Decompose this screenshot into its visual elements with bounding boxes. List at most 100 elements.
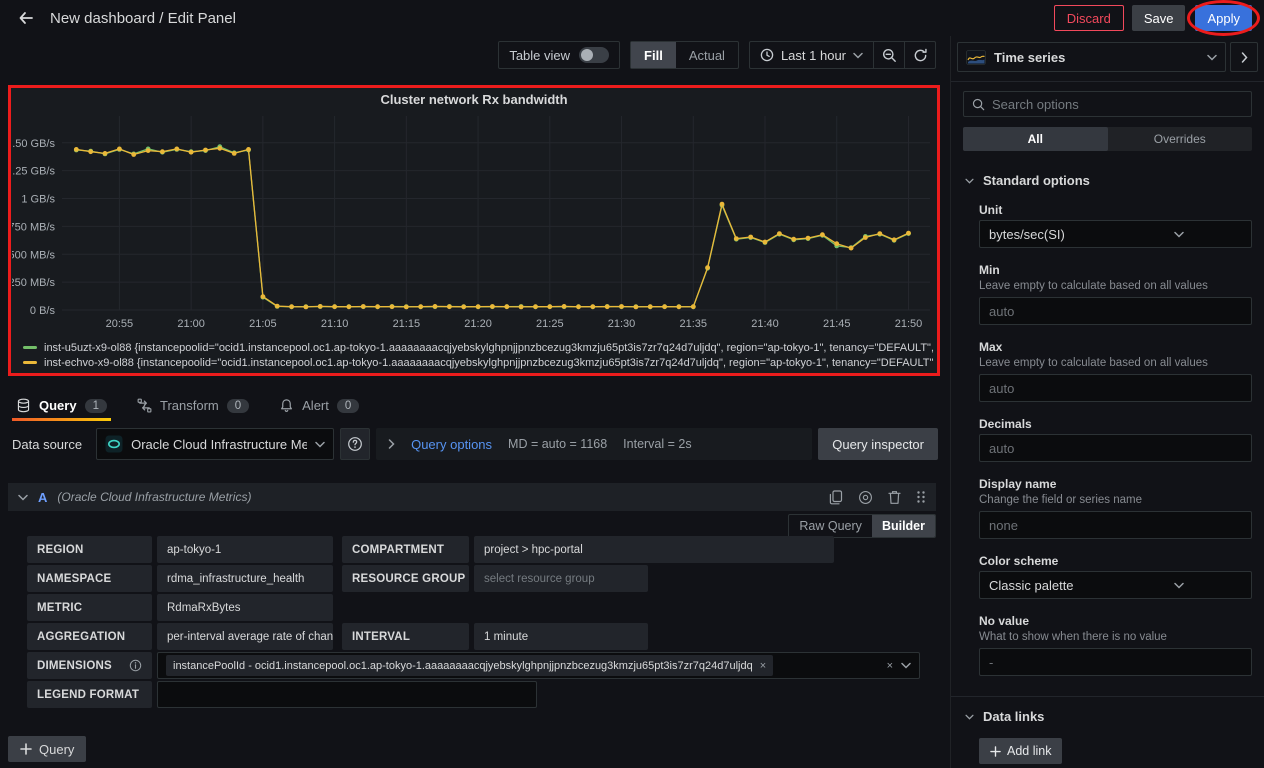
actual-option[interactable]: Actual (676, 42, 738, 68)
apply-button[interactable]: Apply (1195, 5, 1252, 31)
fill-actual-group: Fill Actual (630, 41, 739, 69)
refresh-button[interactable] (905, 42, 935, 68)
legend-item[interactable]: inst-echvo-x9-ol88 {instancepoolid="ocid… (23, 355, 933, 370)
duplicate-query-icon[interactable] (829, 490, 843, 505)
datasource-value: Oracle Cloud Infrastructure Metrics (131, 437, 307, 452)
drag-handle-icon[interactable] (916, 490, 926, 504)
region-value[interactable]: ap-tokyo-1 (157, 536, 333, 563)
unit-label: Unit (979, 203, 1252, 217)
collapse-options-button[interactable] (1230, 42, 1258, 72)
refresh-icon (913, 48, 928, 63)
back-button[interactable] (12, 4, 40, 32)
delete-query-trash-icon[interactable] (888, 490, 901, 505)
chevron-down-icon (1207, 54, 1217, 61)
clear-all-icon[interactable]: × (887, 660, 893, 672)
editor-tabs: Query 1 Transform 0 Alert 0 (0, 390, 948, 421)
time-range-label: Last 1 hour (781, 48, 846, 63)
add-query-button[interactable]: Query (8, 736, 86, 762)
svg-text:21:00: 21:00 (177, 318, 205, 330)
info-icon[interactable] (129, 659, 142, 672)
fill-option[interactable]: Fill (631, 42, 676, 68)
display-name-input[interactable] (979, 511, 1252, 539)
query-options-link[interactable]: Query options (411, 437, 492, 452)
svg-text:250 MB/s: 250 MB/s (12, 277, 55, 289)
chart-legend: inst-u5uzt-x9-ol88 {instancepoolid="ocid… (23, 340, 933, 370)
decimals-input[interactable] (979, 434, 1252, 462)
table-view-control: Table view (498, 41, 620, 69)
metric-value[interactable]: RdmaRxBytes (157, 594, 333, 621)
time-range-picker[interactable]: Last 1 hour (750, 42, 873, 68)
svg-text:21:05: 21:05 (249, 318, 277, 330)
unit-select[interactable]: bytes/sec(SI) (979, 220, 1252, 248)
chevron-down-icon (965, 714, 974, 720)
options-search (963, 91, 1252, 117)
oci-datasource-icon (105, 435, 123, 453)
hide-query-eye-icon[interactable] (858, 490, 873, 505)
datasource-picker[interactable]: Oracle Cloud Infrastructure Metrics (96, 428, 334, 460)
color-scheme-select[interactable]: Classic palette (979, 571, 1252, 599)
chevron-down-icon (315, 441, 325, 448)
add-link-button[interactable]: Add link (979, 738, 1062, 764)
clock-icon (760, 48, 774, 62)
svg-text:0 B/s: 0 B/s (30, 305, 56, 317)
dimensions-input[interactable]: instancePoolId - ocid1.instancepool.oc1.… (157, 652, 920, 679)
table-view-toggle[interactable] (579, 47, 609, 63)
min-help-text: Leave empty to calculate based on all va… (979, 280, 1252, 292)
legend-swatch-yellow (23, 361, 37, 364)
legend-item[interactable]: inst-u5uzt-x9-ol88 {instancepoolid="ocid… (23, 340, 933, 355)
chevron-down-icon[interactable] (18, 494, 28, 501)
standard-options-section[interactable]: Standard options (965, 173, 1252, 188)
min-label: Min (979, 263, 1252, 277)
svg-text:21:40: 21:40 (751, 318, 779, 330)
chart-panel-highlighted: Cluster network Rx bandwidth 0 B/s 250 MB… (8, 85, 940, 376)
no-value-input[interactable] (979, 648, 1252, 676)
max-field: Max Leave empty to calculate based on al… (979, 340, 1252, 402)
resource-group-value[interactable]: select resource group (474, 565, 648, 592)
svg-text:21:35: 21:35 (680, 318, 708, 330)
time-series-chart[interactable]: 0 B/s250 MB/s500 MB/s750 MB/s1 GB/s1.25 … (12, 110, 936, 336)
field-row-metric: METRIC RdmaRxBytes (27, 594, 938, 621)
interval-text: Interval = 2s (623, 437, 691, 451)
tab-query-count: 1 (85, 399, 107, 413)
min-input[interactable] (979, 297, 1252, 325)
tab-transform-label: Transform (160, 398, 219, 413)
namespace-value[interactable]: rdma_infrastructure_health (157, 565, 333, 592)
plus-icon (20, 743, 32, 755)
table-view-label: Table view (509, 48, 570, 63)
tab-all[interactable]: All (963, 127, 1108, 151)
chevron-down-icon[interactable] (901, 662, 911, 669)
visualization-picker-row: Time series (957, 42, 1258, 72)
visualization-picker[interactable]: Time series (957, 42, 1226, 72)
chevron-down-icon (1116, 231, 1243, 238)
legend-format-input[interactable] (157, 681, 537, 708)
aggregation-value[interactable]: per-interval average rate of change (157, 623, 333, 650)
data-links-section[interactable]: Data links (965, 709, 1252, 724)
max-input[interactable] (979, 374, 1252, 402)
options-search-input[interactable] (992, 97, 1243, 112)
svg-text:20:55: 20:55 (106, 318, 134, 330)
dimensions-label-cell: DIMENSIONS (27, 652, 152, 679)
tab-alert[interactable]: Alert 0 (279, 390, 359, 421)
bell-icon (279, 398, 294, 413)
tab-transform[interactable]: Transform 0 (137, 390, 249, 421)
query-row-header[interactable]: A (Oracle Cloud Infrastructure Metrics) (8, 483, 936, 511)
max-label: Max (979, 340, 1252, 354)
tab-query[interactable]: Query 1 (16, 390, 107, 421)
max-data-points-text: MD = auto = 1168 (508, 437, 607, 451)
compartment-value[interactable]: project > hpc-portal (474, 536, 834, 563)
save-button[interactable]: Save (1132, 5, 1186, 31)
field-row-region-compartment: REGION ap-tokyo-1 COMPARTMENT project > … (27, 536, 938, 563)
tab-overrides[interactable]: Overrides (1108, 127, 1253, 151)
discard-button[interactable]: Discard (1054, 5, 1124, 31)
chip-remove-icon[interactable]: × (760, 660, 766, 672)
chart-panel-title: Cluster network Rx bandwidth (11, 88, 937, 110)
visualization-name: Time series (994, 50, 1199, 65)
chevron-down-icon (965, 178, 974, 184)
interval-value[interactable]: 1 minute (474, 623, 648, 650)
query-inspector-button[interactable]: Query inspector (818, 428, 938, 460)
datasource-help-button[interactable] (340, 428, 370, 460)
raw-query-option[interactable]: Raw Query (789, 515, 872, 537)
builder-option[interactable]: Builder (872, 515, 935, 537)
chevron-right-icon[interactable] (388, 439, 395, 449)
zoom-out-button[interactable] (874, 42, 904, 68)
